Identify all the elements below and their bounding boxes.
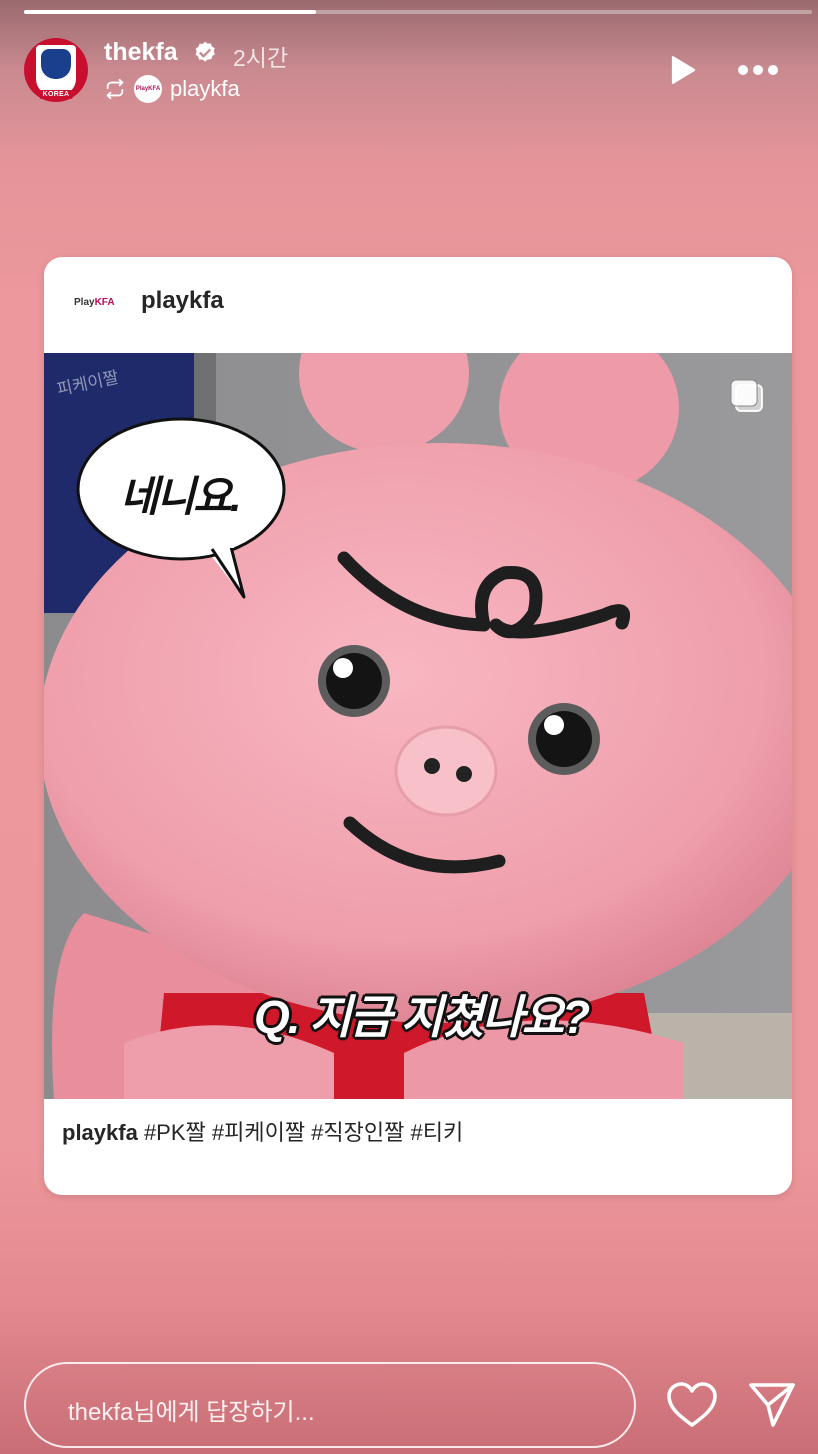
tiger-emblem-icon [41,49,71,79]
story-header: KOREA thekfa 2시간 PlayKFA playkfa [24,38,794,104]
story-time: 2시간 [233,45,289,71]
story-progress-bar [24,10,812,14]
speech-bubble-text: 네니요. [120,473,242,520]
send-icon[interactable] [746,1380,798,1430]
avatar-badge-text: KOREA [39,90,73,99]
repost-icon [106,78,124,100]
post-author[interactable]: playkfa [141,287,224,315]
repost-source-username: playkfa [170,76,240,101]
post-header: PlayKFA playkfa [44,257,792,353]
reply-placeholder: thekfa님에게 답장하기... [68,1399,315,1426]
playkfa-logo-suffix: KFA [94,297,115,308]
repost-attribution[interactable]: PlayKFA playkfa [104,73,240,105]
play-icon[interactable] [664,52,700,88]
caption-username[interactable]: playkfa [62,1120,138,1145]
post-image[interactable]: 피케이짤 네니요. Q. 지금 지쳤나요? [44,353,792,1099]
heart-icon[interactable] [666,1381,718,1429]
story-username[interactable]: thekfa [104,38,178,67]
caption-hashtags[interactable]: #PK짤 #피케이짤 #직장인짤 #티키 [138,1120,463,1145]
shared-post-card[interactable]: PlayKFA playkfa 피케이짤 네니요. Q. 지금 지쳤나요? pl… [44,257,792,1195]
kfa-logo: KOREA [36,45,76,99]
story-progress-fill [24,10,316,14]
reply-input[interactable]: thekfa님에게 답장하기... [24,1362,636,1448]
playkfa-logo: PlayKFA [74,297,115,308]
image-subtitle: Q. 지금 지쳤나요? [254,991,590,1043]
post-caption: playkfa #PK짤 #피케이짤 #직장인짤 #티키 [62,1115,463,1147]
avatar[interactable]: KOREA [24,38,88,102]
carousel-icon [730,379,763,412]
repost-source-avatar: PlayKFA [134,75,162,103]
more-icon[interactable] [736,62,780,78]
verified-badge-icon [195,41,215,62]
